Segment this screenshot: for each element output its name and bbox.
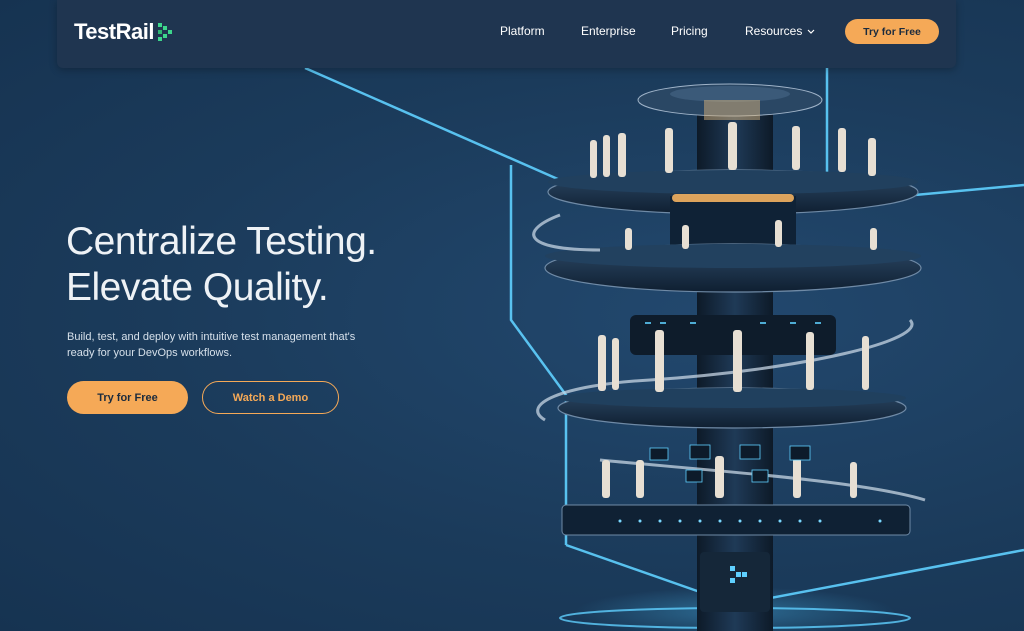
hero-title: Centralize Testing. Elevate Quality.	[66, 219, 486, 311]
hero-title-line-2: Elevate Quality.	[66, 266, 329, 309]
nav-link-enterprise[interactable]: Enterprise	[581, 24, 636, 38]
watch-demo-button[interactable]: Watch a Demo	[202, 381, 339, 414]
hero-subtitle: Build, test, and deploy with intuitive t…	[67, 331, 356, 359]
nav-try-free-button[interactable]: Try for Free	[845, 19, 939, 44]
nav-link-platform[interactable]: Platform	[500, 24, 545, 38]
hero-illustration	[304, 66, 1024, 631]
main-nav: Platform Enterprise Pricing Resources	[57, 0, 956, 64]
top-navbar: TestRail Platform Enterprise Pricing Res…	[57, 0, 956, 68]
nav-link-resources-label: Resources	[745, 24, 803, 38]
chevron-down-icon	[807, 29, 815, 34]
try-for-free-button[interactable]: Try for Free	[67, 381, 188, 414]
nav-link-pricing[interactable]: Pricing	[671, 24, 708, 38]
hero-title-line-1: Centralize Testing.	[66, 220, 377, 263]
nav-link-resources[interactable]: Resources	[745, 24, 815, 38]
